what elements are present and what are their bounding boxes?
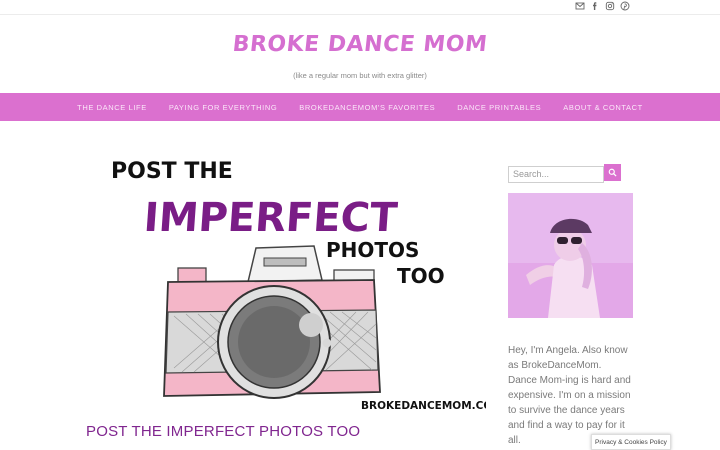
- pinterest-icon[interactable]: [620, 1, 630, 11]
- feature-line-1: POST THE: [111, 159, 233, 184]
- search-input[interactable]: [508, 165, 604, 183]
- site-title[interactable]: Broke Dance Mom: [0, 32, 720, 57]
- site-tagline: (like a regular mom but with extra glitt…: [293, 71, 427, 80]
- main-content: POST THE IMPERFECT PHOTOS TOO BROKEDANCE…: [86, 130, 503, 420]
- camera-illustration: [163, 245, 381, 399]
- feature-line-3: PHOTOS: [326, 238, 419, 262]
- feature-line-2: IMPERFECT: [142, 195, 399, 241]
- sidebar: Hey, I'm Angela. Also know as BrokeDance…: [508, 164, 633, 448]
- featured-image[interactable]: POST THE IMPERFECT PHOTOS TOO BROKEDANCE…: [86, 130, 503, 415]
- social-icons: [575, 1, 630, 11]
- nav-item-favorites[interactable]: BROKEDANCEMOM'S FAVORITES: [299, 103, 435, 112]
- nav-item-about-contact[interactable]: ABOUT & CONTACT: [563, 103, 643, 112]
- nav-item-dance-printables[interactable]: DANCE PRINTABLES: [457, 103, 541, 112]
- top-bar: [0, 0, 720, 15]
- nav-item-paying-for-everything[interactable]: PAYING FOR EVERYTHING: [169, 103, 277, 112]
- privacy-policy-button[interactable]: Privacy & Cookies Policy: [591, 434, 671, 450]
- search-icon: [608, 168, 617, 177]
- post-title[interactable]: POST THE IMPERFECT PHOTOS TOO: [86, 423, 360, 440]
- author-bio: Hey, I'm Angela. Also know as BrokeDance…: [508, 345, 631, 446]
- main-navigation: THE DANCE LIFE PAYING FOR EVERYTHING BRO…: [0, 93, 720, 121]
- instagram-icon[interactable]: [605, 1, 615, 11]
- search-button[interactable]: [604, 164, 621, 181]
- search-form: [508, 164, 621, 183]
- mail-icon[interactable]: [575, 1, 585, 11]
- facebook-icon[interactable]: [590, 1, 600, 11]
- nav-item-dance-life[interactable]: THE DANCE LIFE: [77, 103, 147, 112]
- feature-line-4: TOO: [397, 264, 445, 288]
- site-header: Broke Dance Mom (like a regular mom but …: [0, 15, 720, 93]
- author-photo: [508, 193, 633, 318]
- feature-watermark: BROKEDANCEMOM.COM: [361, 400, 486, 412]
